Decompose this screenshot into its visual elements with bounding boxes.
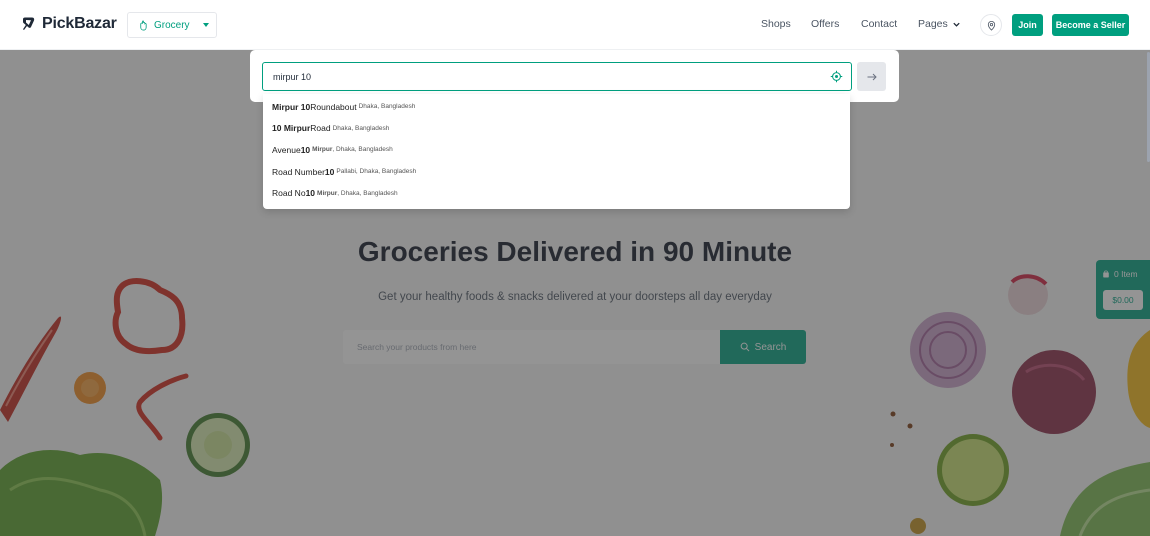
suggestion-secondary-part: Pallabi, Dhaka, Bangladesh [336,168,417,176]
shop-type-label: Grocery [154,19,190,31]
nav-pages-label: Pages [918,18,948,30]
location-suggestion[interactable]: Road No 10 Mirpur, Dhaka, Bangladesh [263,182,850,204]
location-search-input[interactable]: mirpur 10 [262,62,852,91]
location-suggestion[interactable]: Road Number 10 Pallabi, Dhaka, Bangladesh [263,161,850,183]
nav-offers[interactable]: Offers [811,18,839,30]
nav-pages[interactable]: Pages [918,18,961,30]
map-pin-icon [987,20,995,31]
location-suggestion[interactable]: 10 Mirpur Road Dhaka, Bangladesh [263,118,850,140]
suggestion-prefix: Avenue [272,144,301,155]
shop-type-selector[interactable]: Grocery [127,12,217,38]
suggestion-match: 10 [324,166,335,177]
hero-subtitle: Get your healthy foods & snacks delivere… [378,291,772,303]
search-icon [740,342,750,352]
suggestion-prefix: Road No [272,188,306,199]
suggestion-secondary: Mirpur, Dhaka, Bangladesh [317,190,398,197]
logo-icon [23,17,35,30]
nav-shops[interactable]: Shops [761,18,791,30]
cart-count: 0 Item [1102,269,1138,279]
suggestion-secondary: Pallabi, Dhaka, Bangladesh [336,168,416,175]
location-suggestion[interactable]: Avenue 10 Mirpur, Dhaka, Bangladesh [263,139,850,161]
logo-text: PickBazar [42,15,117,32]
suggestion-secondary-part: Dhaka, Bangladesh [358,103,416,111]
chevron-down-icon [953,22,960,27]
submit-location-button[interactable] [857,62,886,91]
grocery-icon [140,19,147,30]
hero-title: Groceries Delivered in 90 Minute [357,236,793,267]
suggestion-secondary-part: , Dhaka, Bangladesh [332,146,393,154]
suggestion-match: 10 [305,188,316,199]
suggestion-secondary-part: Mirpur [312,146,333,154]
suggestion-prefix: Road Number [272,166,325,177]
join-button[interactable]: Join [1012,14,1043,36]
suggestion-match: Mirpur 10 [272,101,311,112]
suggestion-secondary: Dhaka, Bangladesh [359,103,416,110]
arrow-right-icon [867,73,877,80]
nav-contact[interactable]: Contact [861,18,897,30]
site-header: PickBazar Grocery Shops Offers Contact P… [0,0,1150,50]
become-seller-button[interactable]: Become a Seller [1052,14,1129,36]
suggestion-match: 10 Mirpur [272,123,311,134]
suggestion-secondary-part: Mirpur [317,189,338,197]
suggestion-rest: Road [310,123,331,134]
cart-price: $0.00 [1103,290,1143,310]
location-button[interactable] [980,14,1002,36]
suggestion-match: 10 [300,144,311,155]
product-search-input[interactable]: Search your products from here [343,330,720,364]
suggestion-secondary: Mirpur, Dhaka, Bangladesh [312,146,393,153]
suggestion-secondary: Dhaka, Bangladesh [333,125,390,132]
location-suggestions: Mirpur 10 Roundabout Dhaka, Bangladesh 10 … [263,94,850,209]
logo[interactable]: PickBazar [20,15,117,33]
shopping-bag-icon [1103,270,1109,278]
search-button-label: Search [754,341,787,353]
target-location-icon[interactable] [830,70,843,83]
suggestion-rest: Roundabout [310,101,357,112]
cart-count-label: 0 Item [1114,269,1138,279]
suggestion-secondary-part: , Dhaka, Bangladesh [337,189,398,197]
cart-widget[interactable]: 0 Item $0.00 [1096,260,1150,319]
location-suggestion[interactable]: Mirpur 10 Roundabout Dhaka, Bangladesh [263,96,850,118]
chevron-down-icon [202,23,209,27]
search-button[interactable]: Search [720,330,806,364]
location-input-value: mirpur 10 [273,71,312,82]
suggestion-secondary-part: Dhaka, Bangladesh [332,124,390,132]
